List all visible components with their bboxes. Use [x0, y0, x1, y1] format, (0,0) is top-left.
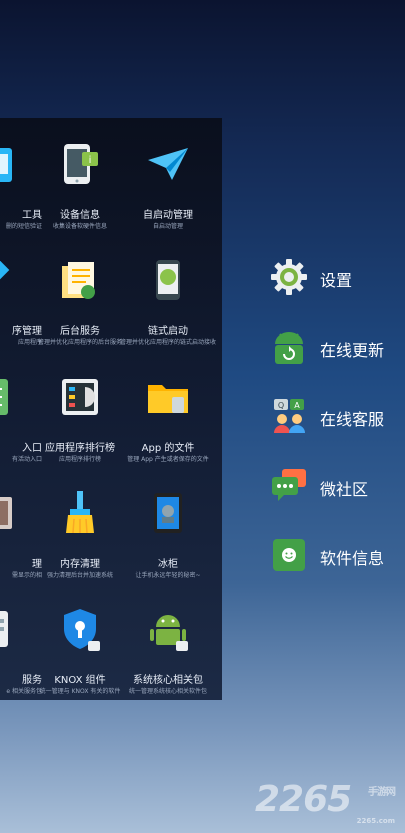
list-icon	[0, 379, 8, 415]
grid-item-subtitle: 管理并优化应用程序的链式启动接收器	[120, 339, 216, 346]
grid-item-subtitle: 统一管理与 KNOX 有关的软件	[39, 688, 121, 695]
grid-item-title: 内存清理	[60, 559, 100, 570]
watermark-logo: 2265 手游网 2265.com	[255, 779, 396, 825]
ranking-chart-icon	[62, 379, 98, 415]
phone-info-icon: i	[64, 144, 98, 184]
grid-item-subtitle: 管理 App 产生或者保存的文件	[127, 456, 209, 463]
grid-item-knox[interactable]: KNOX 组件 统一管理与 KNOX 有关的软件	[32, 583, 128, 699]
broom-icon	[66, 491, 94, 534]
chat-bubbles-icon	[272, 469, 306, 501]
grid-item-title: 链式启动	[148, 326, 188, 337]
grid-item-subtitle: 收集设备软硬件信息	[52, 223, 107, 230]
grid-item-subtitle: 统一管理系统核心相关软件包	[128, 688, 207, 695]
svg-text:i: i	[89, 155, 92, 166]
grid-item-title: 后台服务	[60, 326, 100, 337]
app-manager-icon	[0, 258, 10, 282]
grid-item-app-files[interactable]: App 的文件 管理 App 产生或者保存的文件	[120, 351, 216, 467]
grid-item-system-core[interactable]: 系统核心相关包 统一管理系统核心相关软件包	[120, 583, 216, 699]
grid-item-title: 冰柜	[158, 559, 178, 570]
grid-item-memory-clean[interactable]: 内存清理 强力清理后台并加速系统	[32, 467, 128, 583]
folder-icon	[148, 385, 188, 413]
menu-item-software-info[interactable]: 软件信息	[270, 536, 405, 576]
grid-item-subtitle: 管理并优化应用程序的后台服务	[37, 339, 122, 346]
watermark-brand: 手游网	[368, 787, 396, 798]
menu-item-micro-community[interactable]: 微社区	[270, 467, 405, 507]
menu-item-online-update[interactable]: 在线更新	[270, 328, 405, 368]
watermark-main: 2265	[255, 779, 352, 820]
grid-item-subtitle: 让手机永远年轻的秘密~	[135, 572, 201, 579]
grid-item-freezer[interactable]: 冰柜 让手机永远年轻的秘密~	[120, 467, 216, 583]
grid-item-title: 系统核心相关包	[133, 675, 203, 686]
grid-item-title: 设备信息	[60, 210, 100, 221]
grid-item-title: App 的文件	[141, 443, 195, 454]
menu-item-customer-service[interactable]: Q A 在线客服	[270, 397, 405, 437]
grid-item-background-services[interactable]: 后台服务 管理并优化应用程序的后台服务	[32, 234, 128, 350]
tool-grid-panel: 工具 删的短信验证 i 设备信息 收集设备软硬件信息 自启动管理 自启动管理 序…	[0, 118, 222, 700]
menu-label: 设置	[320, 271, 353, 290]
grid-item-subtitle: 强力清理后台并加速系统	[46, 572, 113, 579]
grid-item-title: 应用程序排行榜	[45, 443, 115, 454]
grid-item-app-ranking[interactable]: 应用程序排行榜 应用程序排行榜	[32, 351, 128, 467]
svg-text:A: A	[294, 401, 300, 410]
phone-link-icon	[156, 260, 180, 300]
package-icon	[0, 611, 8, 647]
paper-plane-icon	[148, 148, 188, 180]
watermark-domain: 2265.com	[356, 817, 395, 825]
android-update-icon	[275, 332, 303, 364]
grid-item-title: 自启动管理	[143, 210, 193, 221]
grid-item-title: KNOX 组件	[54, 675, 106, 686]
android-icon	[150, 615, 188, 651]
menu-label: 微社区	[320, 480, 369, 499]
menu-label: 软件信息	[320, 549, 385, 568]
shield-lock-icon	[64, 609, 100, 651]
freezer-icon	[154, 493, 182, 533]
grid-item-subtitle: 自启动管理	[152, 223, 183, 230]
documents-icon	[62, 262, 95, 299]
gear-icon	[271, 259, 307, 295]
customer-service-icon: Q A	[274, 399, 305, 433]
grid-item-autostart[interactable]: 自启动管理 自启动管理	[120, 118, 216, 234]
grid-item-device-info[interactable]: i 设备信息 收集设备软硬件信息	[32, 118, 128, 234]
picture-frame-icon	[0, 497, 12, 529]
info-smile-icon	[273, 539, 305, 571]
svg-text:Q: Q	[278, 401, 284, 410]
menu-label: 在线客服	[320, 410, 385, 429]
grid-item-chain-start[interactable]: 链式启动 管理并优化应用程序的链式启动接收器	[120, 234, 216, 350]
tools-icon	[0, 148, 12, 182]
menu-item-settings[interactable]: 设置	[270, 258, 405, 298]
grid-item-subtitle: 应用程序排行榜	[58, 456, 101, 463]
menu-label: 在线更新	[320, 341, 385, 360]
